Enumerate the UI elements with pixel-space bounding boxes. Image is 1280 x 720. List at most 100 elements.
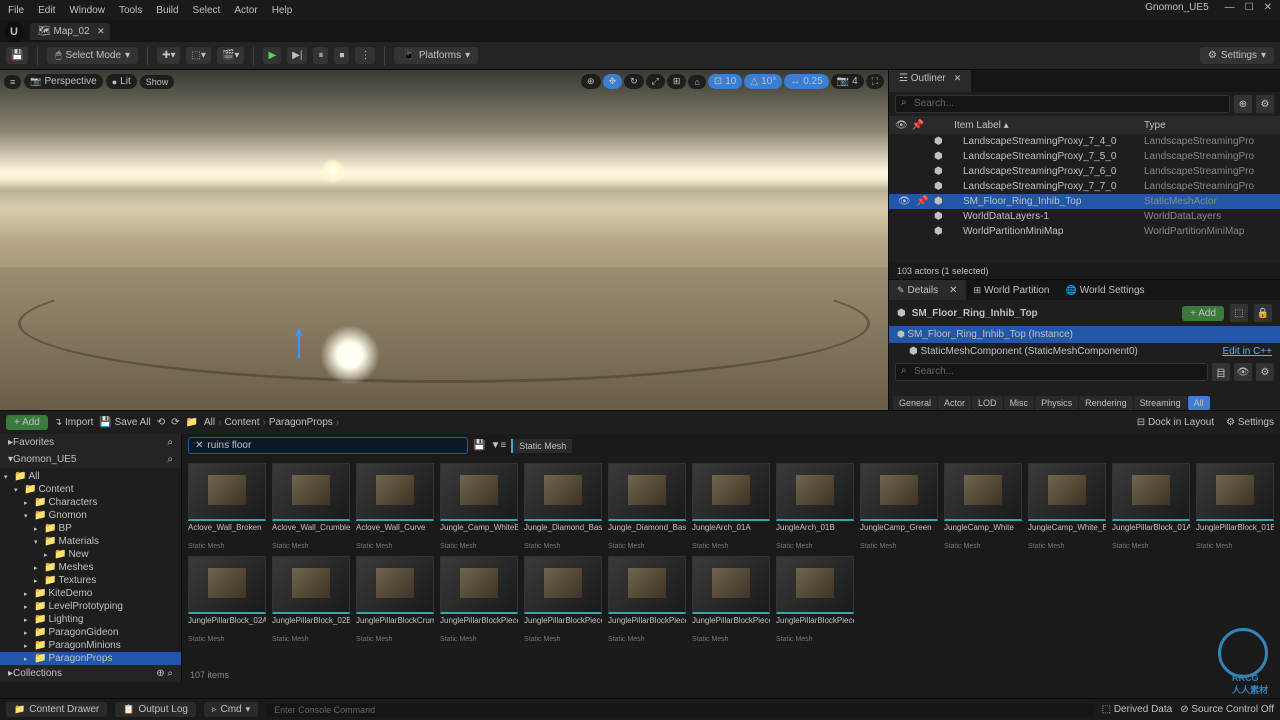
settings-icon[interactable]: ⚙ [1256, 95, 1274, 113]
tab-world-settings[interactable]: 🌐 World Settings [1057, 280, 1152, 300]
tree-node[interactable]: ▾📁Materials [0, 535, 181, 548]
derived-data-button[interactable]: ⬚ Derived Data [1102, 704, 1173, 715]
category-rendering[interactable]: Rendering [1079, 396, 1133, 410]
cmd-button[interactable]: ▹ Cmd ▾ [204, 702, 258, 717]
cb-settings-button[interactable]: ⚙ Settings [1226, 417, 1274, 428]
vp-camera-speed[interactable]: 📷 4 [831, 74, 864, 89]
component-mesh[interactable]: ⬢ StaticMeshComponent (StaticMeshCompone… [889, 343, 1280, 360]
outliner-row[interactable]: ⬢WorldPartitionMiniMapWorldPartitionMini… [889, 224, 1280, 239]
asset-search[interactable]: ✕ [188, 437, 468, 454]
content-drawer-button[interactable]: 📁 Content Drawer [6, 702, 107, 717]
asset-thumbnail[interactable]: JunglePillarBlockPiece_02BStatic Mesh [776, 556, 854, 643]
tab-outliner[interactable]: ☲ Outliner✕ [889, 70, 971, 92]
property-icon[interactable]: 目 [1212, 363, 1230, 381]
search-icon[interactable]: ⌕ [167, 454, 173, 465]
pin-icon[interactable]: 📌 [912, 120, 924, 131]
source-control-button[interactable]: ⊘ Source Control Off [1180, 704, 1274, 715]
history-fwd-icon[interactable]: ⟳ [171, 417, 179, 428]
tab-world-partition[interactable]: ⊞ World Partition [966, 280, 1058, 300]
tree-node[interactable]: ▸📁ParagonMinions [0, 639, 181, 652]
search-icon[interactable]: ⌕ [167, 437, 173, 448]
outliner-search[interactable]: Search... [895, 95, 1230, 113]
settings-icon[interactable]: ⚙ [1256, 363, 1274, 381]
skip-button[interactable]: ▶| [287, 47, 307, 64]
crumb[interactable]: All [204, 417, 215, 428]
vp-rotate-icon[interactable]: ↻ [624, 74, 644, 89]
step-button[interactable]: ⏸ [313, 47, 328, 64]
asset-thumbnail[interactable]: JungleCamp_White_BackStatic Mesh [1028, 463, 1106, 550]
asset-thumbnail[interactable]: Jungle_Camp_WhiteBuff_BackStatic Mesh [440, 463, 518, 550]
save-all-button[interactable]: 💾 Save All [99, 417, 150, 428]
vp-select-icon[interactable]: ⊕ [581, 74, 601, 89]
edit-cpp-link[interactable]: Edit in C++ [1223, 346, 1272, 357]
details-search[interactable]: Search... [895, 363, 1208, 381]
eye-icon[interactable]: 👁 [895, 120, 908, 131]
tree-node[interactable]: ▾📁Gnomon [0, 509, 181, 522]
outliner-row[interactable]: 👁📌⬢SM_Floor_Ring_Inhib_TopStaticMeshActo… [889, 194, 1280, 209]
outliner-row[interactable]: ⬢LandscapeStreamingProxy_7_7_0LandscapeS… [889, 179, 1280, 194]
tree-node[interactable]: ▸📁Lighting [0, 613, 181, 626]
lock-icon[interactable]: 🔒 [1254, 304, 1272, 322]
filter-add-icon[interactable]: ⊕ [1234, 95, 1252, 113]
asset-thumbnail[interactable]: JungleCamp_GreenStatic Mesh [860, 463, 938, 550]
blueprints-button[interactable]: 🎬▾ [217, 47, 244, 64]
window-max[interactable]: ☐ [1245, 2, 1254, 13]
asset-thumbnail[interactable]: JunglePillarBlockPiece_01BStatic Mesh [524, 556, 602, 643]
window-close[interactable]: ✕ [1264, 2, 1272, 13]
project-section[interactable]: ▾ Gnomon_UE5⌕ [0, 451, 181, 468]
viewport-3d[interactable]: ≡ 📷 Perspective ● Lit Show ⊕ ✥ ↻ ⤢ ⊞ ⌂ ⊡… [0, 70, 888, 410]
tree-node[interactable]: ▸📁Textures [0, 574, 181, 587]
category-actor[interactable]: Actor [938, 396, 971, 410]
folder-icon[interactable]: 📁 [186, 417, 198, 428]
category-all[interactable]: All [1188, 396, 1210, 410]
console-input[interactable]: Enter Console Command [266, 703, 1093, 717]
component-root[interactable]: ⬢ SM_Floor_Ring_Inhib_Top (Instance) [889, 326, 1280, 343]
add-button[interactable]: + Add [6, 415, 48, 430]
asset-thumbnail[interactable]: Aclove_Wall_BrokenStatic Mesh [188, 463, 266, 550]
vp-translate-icon[interactable]: ✥ [603, 74, 623, 89]
play-button[interactable]: ▶ [263, 47, 281, 64]
asset-thumbnail[interactable]: JunglePillarBlock_01BStatic Mesh [1196, 463, 1274, 550]
tree-node[interactable]: ▾📁Content [0, 483, 181, 496]
asset-thumbnail[interactable]: JunglePillarBlock_01AStatic Mesh [1112, 463, 1190, 550]
tree-node[interactable]: ▸📁New [0, 548, 181, 561]
window-min[interactable]: — [1225, 2, 1235, 13]
viewport-lit[interactable]: ● Lit [106, 74, 137, 89]
vp-surface-icon[interactable]: ⌂ [688, 75, 705, 89]
vp-angle-snap[interactable]: △ 10° [744, 74, 782, 89]
tree-node[interactable]: ▸📁BP [0, 522, 181, 535]
browse-icon[interactable]: ⬚ [1230, 304, 1248, 322]
crumb[interactable]: ParagonProps [269, 417, 333, 428]
asset-thumbnail[interactable]: Jungle_Diamond_Base_DecoBStatic Mesh [608, 463, 686, 550]
tree-node[interactable]: ▸📁LevelPrototyping [0, 600, 181, 613]
outliner-row[interactable]: ⬢LandscapeStreamingProxy_7_4_0LandscapeS… [889, 134, 1280, 149]
clear-icon[interactable]: ✕ [195, 440, 203, 451]
menu-build[interactable]: Build [156, 5, 178, 16]
asset-thumbnail[interactable]: JungleCamp_WhiteStatic Mesh [944, 463, 1022, 550]
tab-map[interactable]: 🗺 Map_02 ✕ [30, 23, 110, 40]
close-icon[interactable]: ✕ [954, 73, 962, 83]
asset-thumbnail[interactable]: Jungle_Diamond_Base_DecoStatic Mesh [524, 463, 602, 550]
asset-thumbnail[interactable]: Aclove_Wall_CrumbleStatic Mesh [272, 463, 350, 550]
favorites-section[interactable]: ▸ Favorites⌕ [0, 434, 181, 451]
vp-scale-snap[interactable]: ↔ 0.25 [784, 74, 828, 89]
menu-window[interactable]: Window [69, 5, 105, 16]
history-back-icon[interactable]: ⟲ [157, 417, 165, 428]
viewport-show[interactable]: Show [140, 75, 175, 89]
viewport-perspective[interactable]: 📷 Perspective [24, 74, 102, 89]
menu-help[interactable]: Help [272, 5, 293, 16]
asset-thumbnail[interactable]: JungleArch_01AStatic Mesh [692, 463, 770, 550]
search-input[interactable] [207, 440, 461, 451]
asset-thumbnail[interactable]: JungleArch_01BStatic Mesh [776, 463, 854, 550]
collections-section[interactable]: ▸ Collections⊕ ⌕ [0, 665, 181, 682]
tree-node[interactable]: ▸📁Meshes [0, 561, 181, 574]
asset-thumbnail[interactable]: JunglePillarBlockPiece_01CStatic Mesh [608, 556, 686, 643]
marketplace-button[interactable]: ⬚▾ [186, 47, 210, 64]
viewport-menu[interactable]: ≡ [4, 75, 21, 89]
menu-actor[interactable]: Actor [234, 5, 257, 16]
tree-node[interactable]: ▸📁KiteDemo [0, 587, 181, 600]
outliner-row[interactable]: ⬢WorldDataLayers-1WorldDataLayers [889, 209, 1280, 224]
tree-node[interactable]: ▸📁ParagonProps [0, 652, 181, 665]
platforms-dropdown[interactable]: 📱 Platforms ▾ [394, 47, 478, 64]
asset-thumbnail[interactable]: JunglePillarBlockCrumble01_AStatic Mesh [356, 556, 434, 643]
